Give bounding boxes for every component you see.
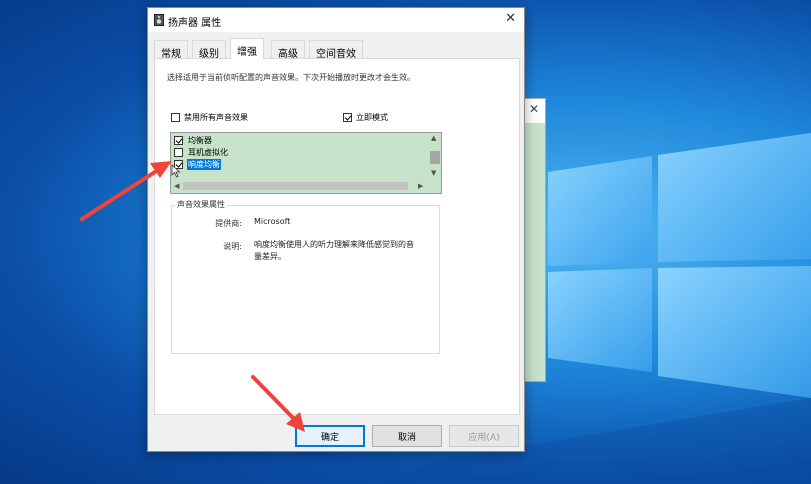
ok-button[interactable]: 确定 bbox=[295, 425, 365, 447]
enhancements-description: 选择适用于当前侦听配置的声音效果。下次开始播放时更改才会生效。 bbox=[167, 73, 415, 82]
listbox-vertical-scrollbar[interactable]: ▲ ▼ bbox=[429, 133, 441, 180]
effect-properties-title: 声音效果属性 bbox=[175, 199, 227, 210]
provider-value: Microsoft bbox=[254, 217, 291, 226]
disable-all-effects-checkbox[interactable]: 禁用所有声音效果 bbox=[171, 112, 248, 123]
enhancements-panel: 选择适用于当前侦听配置的声音效果。下次开始播放时更改才会生效。 禁用所有声音效果… bbox=[154, 58, 520, 415]
description-line-2: 量差异。 bbox=[254, 252, 286, 261]
tab-spatial-sound[interactable]: 空间音效 bbox=[309, 40, 363, 60]
scroll-down-icon[interactable]: ▼ bbox=[431, 169, 436, 177]
tab-strip: 常规 级别 增强 高级 空间音效 bbox=[154, 38, 520, 60]
headphone-virtualization-label: 耳机虚拟化 bbox=[188, 148, 228, 157]
equalizer-checkbox[interactable] bbox=[174, 136, 183, 145]
speaker-icon bbox=[154, 14, 164, 26]
list-item-headphone-virtualization[interactable]: 耳机虚拟化 bbox=[174, 147, 229, 158]
description-label: 说明: bbox=[223, 242, 242, 251]
dialog-title: 扬声器 属性 bbox=[168, 18, 222, 29]
close-icon[interactable]: ✕ bbox=[505, 11, 516, 26]
list-item-loudness-equalization[interactable]: 响度均衡 bbox=[174, 159, 221, 170]
cancel-button[interactable]: 取消 bbox=[372, 425, 442, 447]
speaker-properties-dialog: 扬声器 属性 ✕ 常规 级别 增强 高级 空间音效 选择适用于当前侦听配置的声音… bbox=[147, 7, 525, 452]
description-line-1: 响度均衡使用人的听力理解来降低感觉到的音 bbox=[254, 240, 414, 249]
provider-label: 提供商: bbox=[215, 219, 242, 228]
tab-enhancements[interactable]: 增强 bbox=[230, 38, 264, 59]
background-window-close-icon[interactable]: ✕ bbox=[529, 102, 539, 116]
tab-levels[interactable]: 级别 bbox=[192, 40, 226, 60]
vertical-scroll-thumb[interactable] bbox=[430, 151, 440, 164]
tab-general[interactable]: 常规 bbox=[154, 40, 188, 60]
effect-properties-group: 声音效果属性 提供商: Microsoft 说明: 响度均衡使用人的听力理解来降… bbox=[171, 199, 440, 354]
headphone-virtualization-checkbox[interactable] bbox=[174, 148, 183, 157]
immediate-mode-checkbox[interactable]: 立即模式 bbox=[343, 112, 388, 123]
scroll-up-icon[interactable]: ▲ bbox=[431, 134, 436, 142]
background-window: ✕ bbox=[524, 98, 546, 382]
scroll-right-icon[interactable]: ▶ bbox=[418, 182, 423, 190]
scroll-left-icon[interactable]: ◀ bbox=[174, 182, 179, 190]
horizontal-scroll-thumb[interactable] bbox=[183, 182, 408, 190]
tab-advanced[interactable]: 高级 bbox=[271, 40, 305, 60]
equalizer-label: 均衡器 bbox=[188, 136, 212, 145]
effects-listbox[interactable]: 均衡器 耳机虚拟化 响度均衡 ▲ ▼ ◀ ▶ bbox=[170, 132, 442, 194]
immediate-mode-checkbox-box[interactable] bbox=[343, 113, 352, 122]
apply-button[interactable]: 应用(A) bbox=[449, 425, 519, 447]
list-item-equalizer[interactable]: 均衡器 bbox=[174, 135, 213, 146]
listbox-horizontal-scrollbar[interactable]: ◀ ▶ bbox=[171, 180, 430, 193]
loudness-equalization-label: 响度均衡 bbox=[187, 159, 221, 170]
mouse-cursor-icon bbox=[171, 164, 181, 178]
dialog-titlebar: 扬声器 属性 ✕ bbox=[148, 8, 524, 32]
immediate-mode-label: 立即模式 bbox=[356, 113, 388, 122]
disable-all-checkbox-box[interactable] bbox=[171, 113, 180, 122]
disable-all-label: 禁用所有声音效果 bbox=[184, 113, 248, 122]
